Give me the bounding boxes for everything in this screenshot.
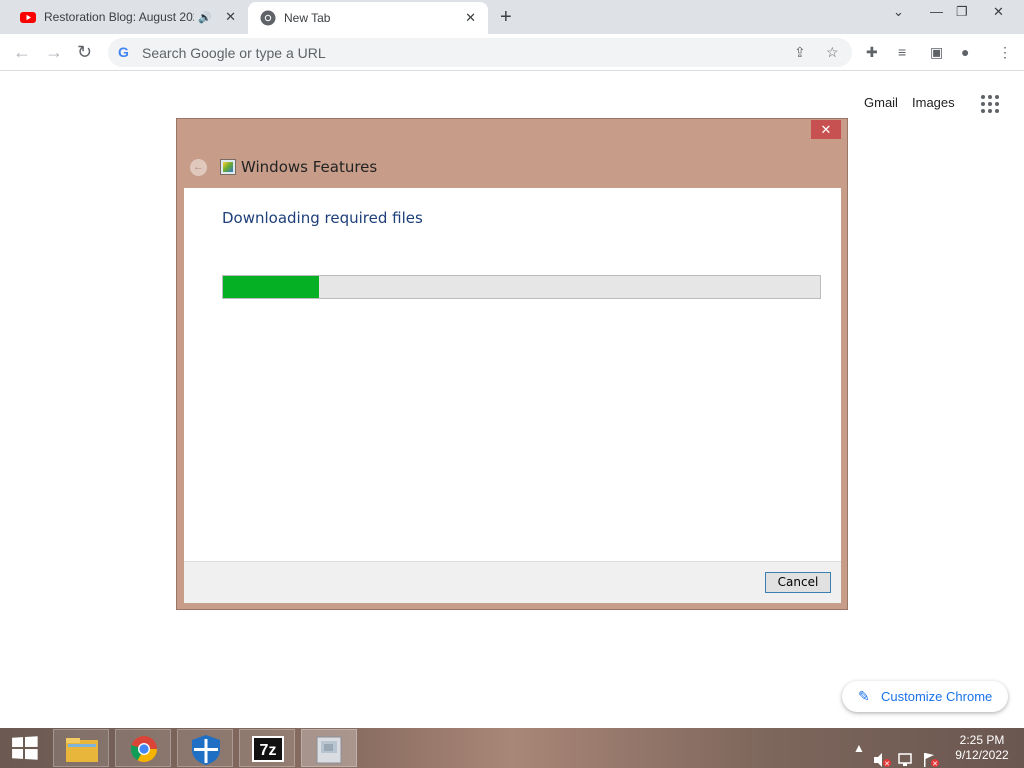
network-icon[interactable] bbox=[898, 740, 916, 768]
restore-icon[interactable]: ❐ bbox=[956, 4, 968, 20]
reload-icon[interactable]: ↻ bbox=[77, 42, 92, 63]
status-heading: Downloading required files bbox=[222, 209, 423, 227]
taskbar-windows-defender[interactable] bbox=[177, 729, 233, 767]
minimize-icon[interactable]: — bbox=[930, 4, 943, 19]
tab-new-tab[interactable]: New Tab ✕ bbox=[248, 2, 488, 34]
taskbar-chrome[interactable] bbox=[115, 729, 171, 767]
customize-chrome-label: Customize Chrome bbox=[881, 689, 993, 704]
taskbar-windows-features[interactable] bbox=[301, 729, 357, 767]
pencil-icon: ✎ bbox=[858, 688, 870, 704]
tab-title: New Tab bbox=[284, 11, 331, 25]
gmail-link[interactable]: Gmail bbox=[864, 95, 898, 110]
omnibox-placeholder: Search Google or type a URL bbox=[142, 45, 326, 61]
windows-features-icon bbox=[220, 159, 236, 175]
7zip-icon: 7z bbox=[252, 736, 284, 762]
progress-fill bbox=[223, 276, 319, 298]
bookmark-star-icon[interactable]: ☆ bbox=[826, 44, 839, 61]
cancel-button[interactable]: Cancel bbox=[765, 572, 831, 593]
windows-defender-icon bbox=[192, 735, 220, 765]
back-icon[interactable]: ← bbox=[13, 42, 31, 63]
clock-date: 9/12/2022 bbox=[955, 748, 1009, 762]
tab-restoration-blog[interactable]: Restoration Blog: August 2022 🔊 ✕ bbox=[8, 0, 248, 34]
new-tab-icon[interactable]: + bbox=[500, 6, 512, 29]
speaker-muted-icon[interactable]: ✕ bbox=[873, 740, 891, 768]
omnibox[interactable]: G Search Google or type a URL ⇪ ☆ bbox=[108, 38, 852, 67]
chrome-icon bbox=[260, 10, 276, 26]
back-arrow-icon: ← bbox=[190, 159, 207, 176]
start-button[interactable] bbox=[0, 728, 50, 768]
windows-logo-icon bbox=[12, 736, 38, 760]
tab-strip: Restoration Blog: August 2022 🔊 ✕ New Ta… bbox=[0, 0, 1024, 34]
file-explorer-icon bbox=[66, 738, 98, 762]
windows-features-dialog: ✕ ← Windows Features Downloading require… bbox=[176, 118, 848, 610]
window-close-icon[interactable]: ✕ bbox=[993, 4, 1004, 20]
images-link[interactable]: Images bbox=[912, 95, 955, 110]
system-clock[interactable]: 2:25 PM 9/12/2022 bbox=[950, 733, 1014, 763]
dialog-title: Windows Features bbox=[241, 158, 378, 176]
dialog-footer: Cancel bbox=[184, 561, 841, 603]
7zip-label: 7z bbox=[260, 742, 277, 759]
close-tab-icon[interactable]: ✕ bbox=[225, 9, 236, 25]
google-apps-icon[interactable] bbox=[981, 95, 999, 113]
browser-toolbar: ← → ↻ G Search Google or type a URL ⇪ ☆ … bbox=[0, 34, 1024, 71]
svg-text:✕: ✕ bbox=[884, 760, 890, 768]
dialog-close-button[interactable]: ✕ bbox=[811, 120, 841, 139]
google-g-icon: G bbox=[118, 44, 129, 60]
side-panel-icon[interactable]: ▣ bbox=[930, 44, 943, 61]
action-center-flag-icon[interactable]: ✕ bbox=[922, 740, 940, 768]
taskbar-7zip[interactable]: 7z bbox=[239, 729, 295, 767]
close-tab-icon[interactable]: ✕ bbox=[465, 10, 476, 26]
show-hidden-icons-chevron[interactable]: ▲ bbox=[853, 741, 865, 768]
speaker-icon[interactable]: 🔊 bbox=[198, 11, 212, 24]
clock-time: 2:25 PM bbox=[959, 733, 1005, 747]
tab-title: Restoration Blog: August 2022 bbox=[44, 10, 194, 24]
windows-taskbar: 7z ▲ ✕ ✕ 2:25 PM 9/12/2022 bbox=[0, 728, 1024, 768]
youtube-icon bbox=[20, 12, 36, 23]
menu-kebab-icon[interactable]: ⋮ bbox=[998, 44, 1012, 61]
extensions-icon[interactable]: ✚ bbox=[866, 44, 878, 61]
taskbar-file-explorer[interactable] bbox=[53, 729, 109, 767]
share-icon[interactable]: ⇪ bbox=[794, 44, 806, 61]
profile-avatar-icon[interactable]: ● bbox=[961, 44, 969, 60]
tab-search-chevron-icon[interactable]: ⌄ bbox=[893, 4, 904, 20]
dialog-body: Downloading required files bbox=[184, 188, 841, 561]
svg-text:✕: ✕ bbox=[932, 760, 938, 768]
windows-features-icon bbox=[316, 736, 342, 764]
chrome-icon bbox=[130, 736, 158, 763]
media-controls-icon[interactable]: ≡ bbox=[898, 44, 906, 60]
download-progress-bar bbox=[222, 275, 821, 299]
customize-chrome-button[interactable]: ✎ Customize Chrome bbox=[842, 681, 1008, 712]
forward-icon[interactable]: → bbox=[45, 42, 63, 63]
